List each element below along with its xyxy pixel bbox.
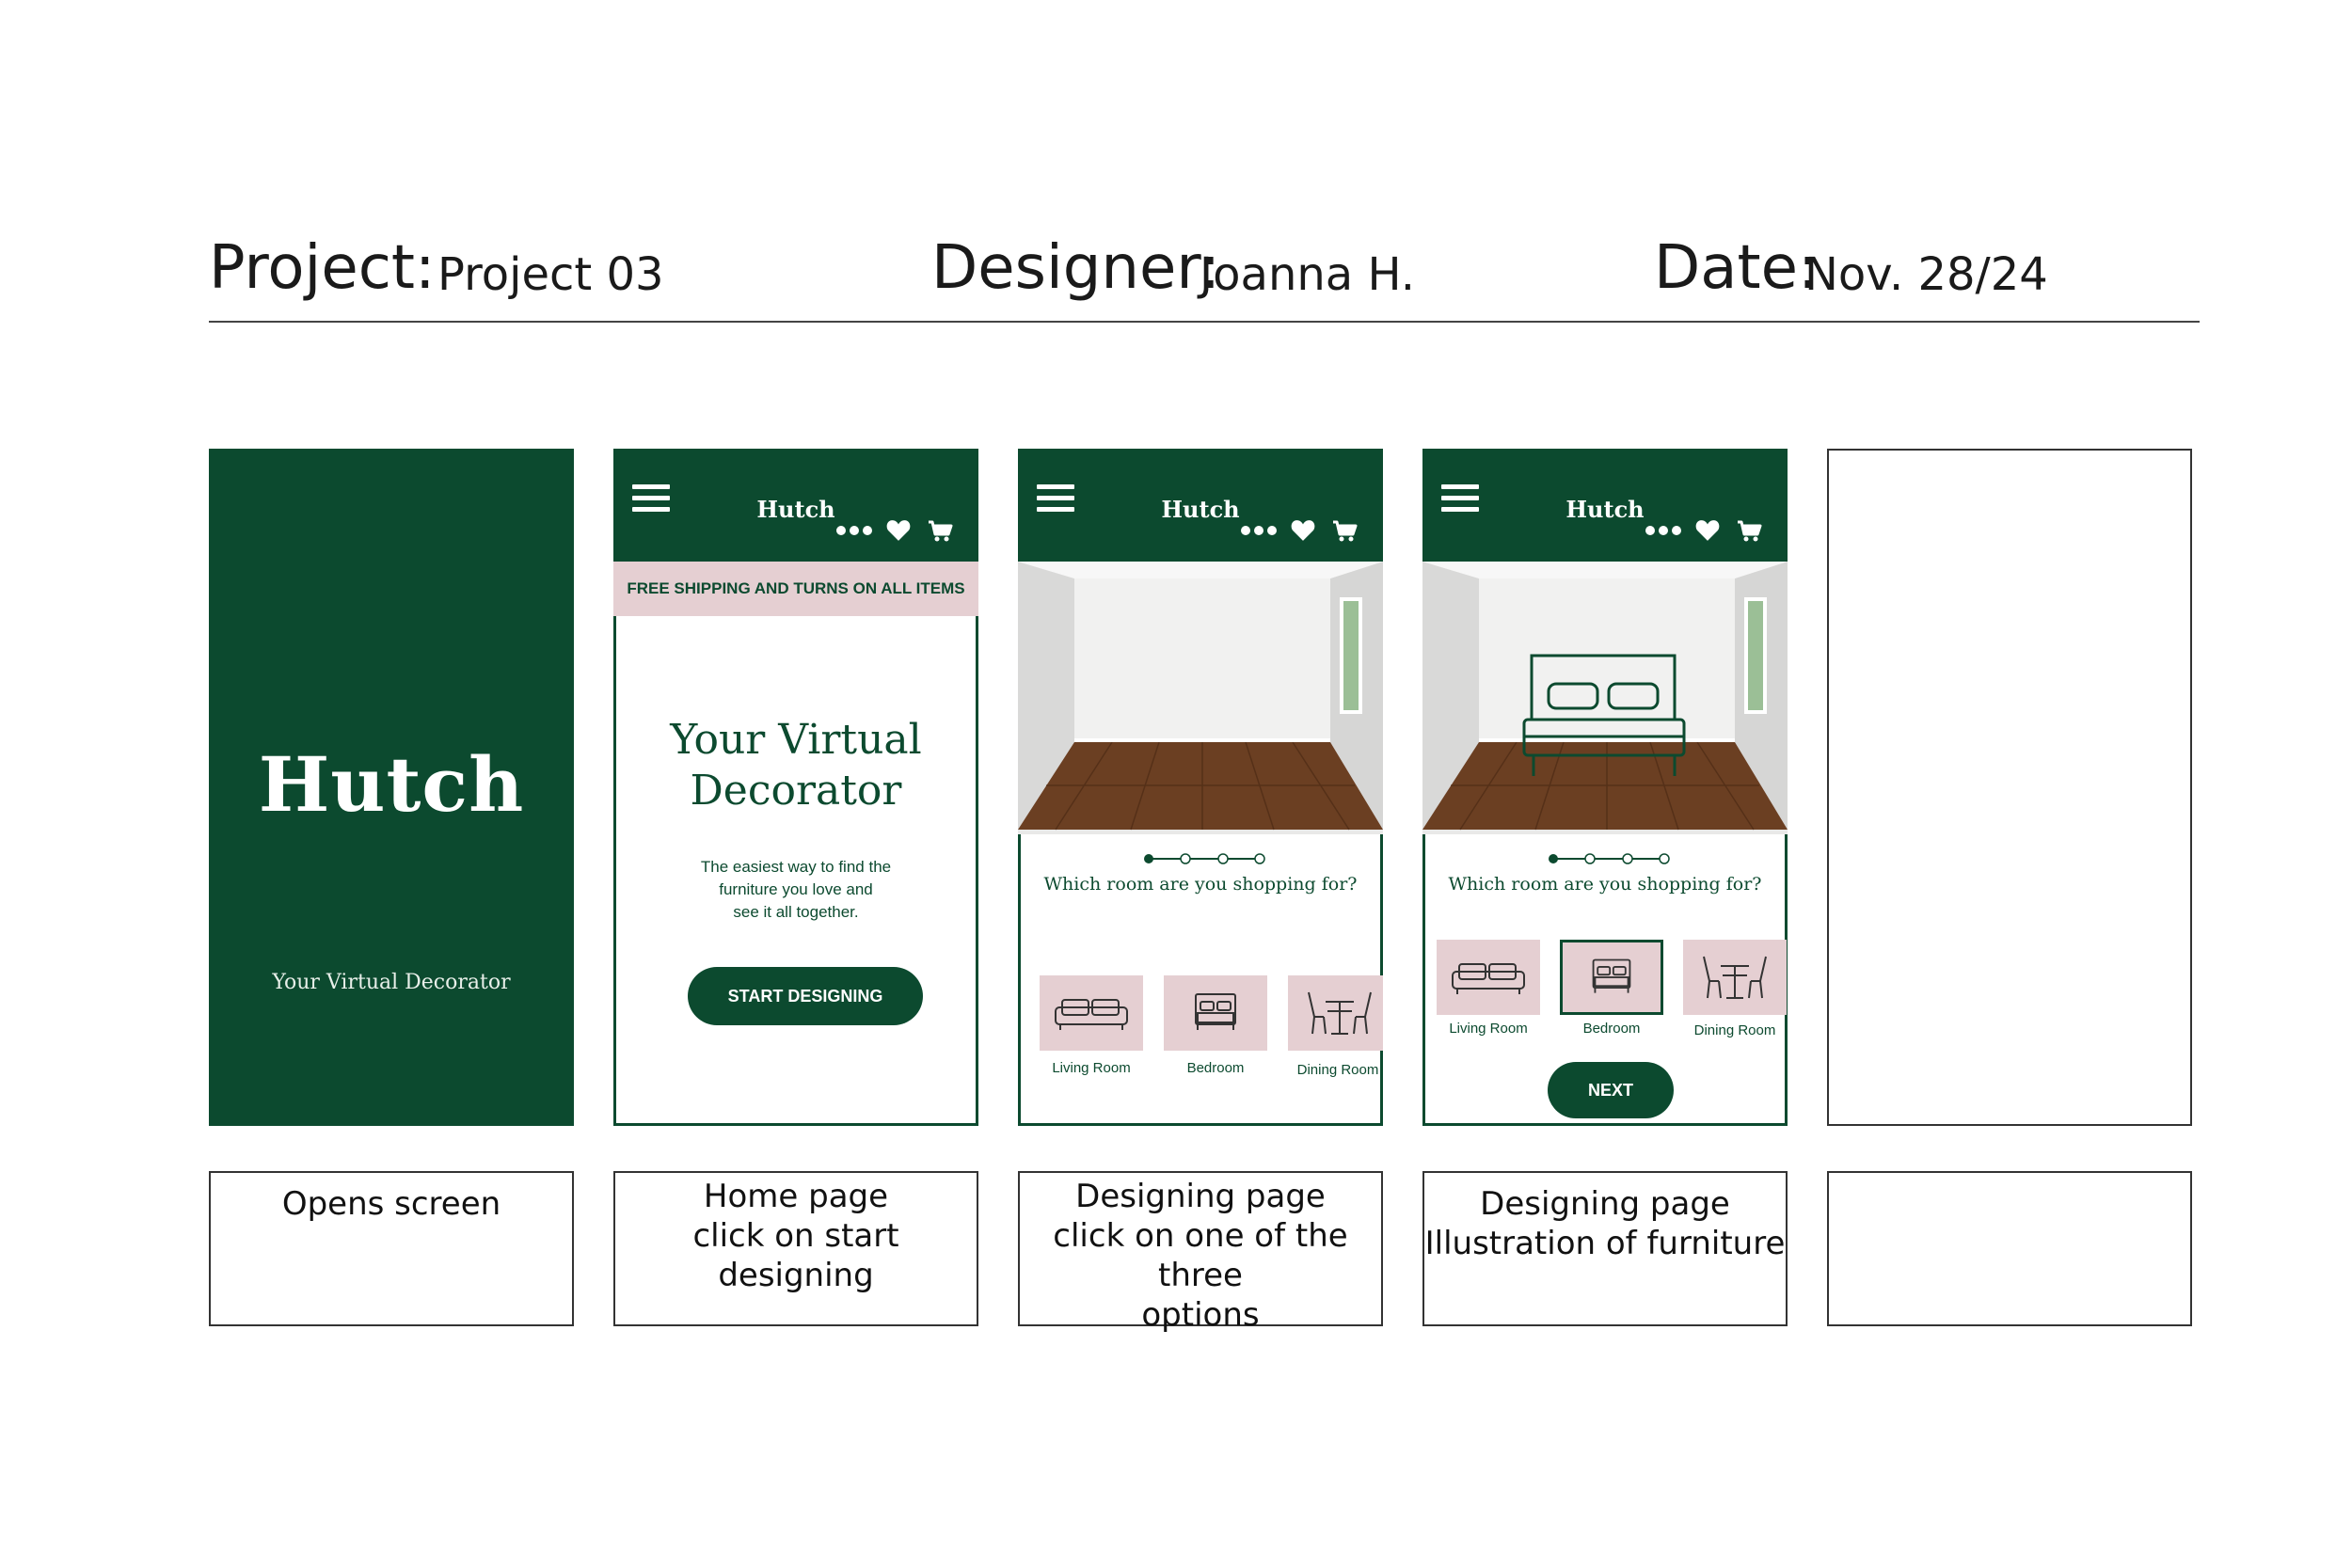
home-title: Your Virtual Decorator [616, 715, 976, 816]
splash-logo: Hutch [258, 740, 525, 829]
promo-banner: FREE SHIPPING AND TURNS ON ALL ITEMS [613, 562, 978, 616]
more-icon[interactable] [1645, 526, 1681, 535]
header-icons [836, 520, 953, 542]
caption-designing-page: Designing page click on one of the three… [1018, 1171, 1383, 1334]
caption-line: Designing page [1480, 1185, 1730, 1223]
home-subtitle-line: furniture you love and [719, 880, 873, 898]
dining-table-icon [1288, 975, 1383, 1051]
sofa-icon [1437, 940, 1540, 1015]
start-designing-button[interactable]: START DESIGNING [688, 967, 923, 1025]
designing-screen: Hutch Which room are you shopping for? L… [1018, 449, 1383, 1126]
splash-tagline: Your Virtual Decorator [272, 971, 511, 994]
project-value: Project 03 [437, 248, 664, 301]
app-header: Hutch [1018, 449, 1383, 562]
app-header: Hutch [1422, 449, 1788, 562]
option-living-room[interactable] [1040, 975, 1143, 1051]
room-question: Which room are you shopping for? [1043, 874, 1358, 895]
splash-screen: Hutch Your Virtual Decorator [209, 449, 574, 1126]
caption-line: options [1141, 1296, 1260, 1334]
room-question: Which room are you shopping for? [1448, 874, 1762, 895]
cart-icon[interactable] [927, 520, 953, 542]
app-header: Hutch [613, 449, 978, 562]
designer-value: Joanna H. [1200, 248, 1415, 301]
heart-icon[interactable] [886, 520, 911, 541]
option-label: Dining Room [1296, 1062, 1379, 1078]
home-body: Your Virtual Decorator The easiest way t… [613, 616, 978, 1126]
date-value: Nov. 28/24 [1804, 248, 2048, 301]
next-button[interactable]: NEXT [1548, 1062, 1674, 1118]
caption-line: click on start designing [692, 1217, 899, 1294]
header-icons [1645, 520, 1762, 542]
cart-icon[interactable] [1331, 520, 1358, 542]
heart-icon[interactable] [1291, 520, 1315, 541]
home-title-line: Your Virtual [670, 716, 922, 764]
caption-home-page: Home page click on start designing [613, 1171, 978, 1326]
header-divider [209, 321, 2200, 323]
caption-line: click on one of the three [1053, 1217, 1348, 1294]
home-subtitle: The easiest way to find the furniture yo… [616, 856, 976, 924]
caption-line: Home page [703, 1178, 889, 1215]
option-living-room[interactable] [1437, 940, 1540, 1015]
home-title-line: Decorator [690, 767, 902, 815]
home-subtitle-line: The easiest way to find the [700, 858, 892, 876]
design-panel: Which room are you shopping for? Living … [1422, 834, 1788, 1126]
step-indicator [1144, 853, 1265, 864]
option-label: Living Room [1052, 1060, 1131, 1076]
bed-icon [1563, 942, 1661, 1012]
cart-icon[interactable] [1736, 520, 1762, 542]
date-label: Date: [1654, 233, 1819, 303]
caption-line: Designing page [1075, 1178, 1326, 1215]
home-subtitle-line: see it all together. [733, 903, 859, 921]
caption-opens-screen: Opens screen [209, 1171, 574, 1326]
option-dining-room[interactable] [1288, 975, 1383, 1051]
header-icons [1241, 520, 1358, 542]
sofa-icon [1040, 975, 1143, 1051]
option-label: Bedroom [1582, 1021, 1641, 1037]
more-icon[interactable] [836, 526, 872, 535]
option-dining-room[interactable] [1683, 940, 1787, 1015]
home-screen: Hutch FREE SHIPPING AND TURNS ON ALL ITE… [613, 449, 978, 1126]
caption-empty [1827, 1171, 2192, 1326]
caption-line: Illustration of furniture [1424, 1225, 1786, 1262]
designer-label: Designer: [931, 233, 1221, 303]
room-preview [1018, 562, 1383, 834]
option-label: Bedroom [1186, 1060, 1245, 1076]
heart-icon[interactable] [1695, 520, 1720, 541]
step-indicator [1549, 853, 1670, 864]
dining-table-icon [1683, 940, 1787, 1015]
option-label: Dining Room [1693, 1022, 1776, 1038]
empty-frame [1827, 449, 2192, 1126]
option-bedroom-selected[interactable] [1560, 940, 1663, 1015]
caption-line: Opens screen [281, 1185, 501, 1223]
project-label: Project: [209, 233, 436, 303]
design-panel: Which room are you shopping for? Living … [1018, 834, 1383, 1126]
more-icon[interactable] [1241, 526, 1277, 535]
bed-icon [1164, 975, 1267, 1051]
room-preview [1422, 562, 1788, 834]
option-label: Living Room [1449, 1021, 1528, 1037]
designing-furniture-screen: Hutch Which room are you shopping for? L… [1422, 449, 1788, 1126]
option-bedroom[interactable] [1164, 975, 1267, 1051]
caption-furniture-illustration: Designing page Illustration of furniture [1422, 1171, 1788, 1326]
